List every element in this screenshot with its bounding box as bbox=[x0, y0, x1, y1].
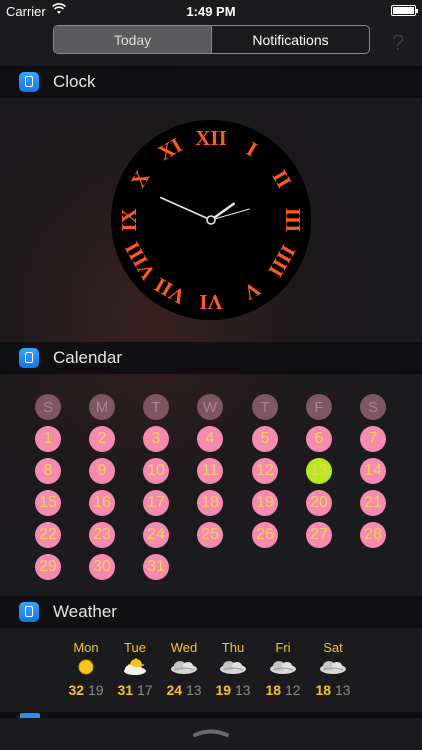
clock-numeral: XII bbox=[195, 126, 227, 150]
widget-app-icon bbox=[19, 602, 39, 622]
forecast-temperatures: 18 13 bbox=[303, 682, 363, 698]
widget-app-icon bbox=[20, 713, 40, 718]
calendar-section-header[interactable]: Calendar bbox=[0, 342, 422, 374]
temp-high: 18 bbox=[315, 682, 332, 698]
cloud-icon bbox=[318, 658, 348, 676]
status-time: 1:49 PM bbox=[186, 4, 236, 19]
calendar-day[interactable]: 22 bbox=[35, 522, 61, 548]
calendar-day[interactable]: 11 bbox=[197, 458, 223, 484]
clock-numeral: VI bbox=[199, 290, 222, 314]
analog-clock: XII IIIIIIIIIIVVIVIIVIIIIXXXI bbox=[111, 120, 311, 320]
temp-high: 18 bbox=[265, 682, 282, 698]
temp-high: 19 bbox=[215, 682, 232, 698]
calendar-day[interactable]: 9 bbox=[89, 458, 115, 484]
weekday-label: W bbox=[197, 394, 223, 420]
temp-low: 17 bbox=[136, 682, 153, 698]
calendar-day[interactable]: 25 bbox=[197, 522, 223, 548]
weekday-label: S bbox=[360, 394, 386, 420]
section-title: Clock bbox=[53, 72, 96, 91]
status-bar: Carrier 1:49 PM bbox=[0, 0, 422, 22]
calendar-day[interactable]: 7 bbox=[360, 426, 386, 452]
tab-notifications[interactable]: Notifications bbox=[212, 26, 369, 53]
help-icon[interactable]: ? bbox=[392, 30, 404, 56]
calendar-day[interactable]: 19 bbox=[252, 490, 278, 516]
calendar-day[interactable]: 27 bbox=[306, 522, 332, 548]
calendar-day[interactable]: 10 bbox=[143, 458, 169, 484]
calendar-day[interactable]: 8 bbox=[35, 458, 61, 484]
calendar-day[interactable]: 16 bbox=[89, 490, 115, 516]
clock-numeral: III bbox=[281, 208, 305, 233]
temp-low: 12 bbox=[284, 682, 301, 698]
calendar-day[interactable]: 15 bbox=[35, 490, 61, 516]
forecast-day-label: Sat bbox=[323, 640, 343, 655]
weekday-label: T bbox=[252, 394, 278, 420]
cloud-icon bbox=[268, 658, 298, 676]
next-section-header bbox=[0, 712, 422, 718]
partly-cloudy-icon bbox=[120, 657, 150, 676]
calendar-day[interactable]: 24 bbox=[143, 522, 169, 548]
battery-icon bbox=[391, 5, 418, 16]
calendar-day[interactable]: 26 bbox=[252, 522, 278, 548]
calendar-day[interactable]: 14 bbox=[360, 458, 386, 484]
calendar-day[interactable]: 6 bbox=[306, 426, 332, 452]
grabber-handle-icon[interactable] bbox=[193, 727, 229, 737]
sun-icon bbox=[71, 658, 101, 676]
weekday-label: M bbox=[89, 394, 115, 420]
view-segmented-control: Today Notifications bbox=[53, 25, 370, 54]
cloud-icon bbox=[218, 658, 248, 676]
temp-low: 13 bbox=[234, 682, 251, 698]
temp-high: 31 bbox=[117, 682, 134, 698]
section-title: Weather bbox=[53, 602, 117, 621]
temp-high: 32 bbox=[68, 682, 85, 698]
temp-low: 13 bbox=[185, 682, 202, 698]
calendar-day[interactable]: 17 bbox=[143, 490, 169, 516]
calendar-day[interactable]: 31 bbox=[143, 554, 169, 580]
calendar-day[interactable]: 4 bbox=[197, 426, 223, 452]
clock-numeral: IX bbox=[117, 208, 141, 231]
temp-high: 24 bbox=[166, 682, 183, 698]
temp-low: 19 bbox=[87, 682, 104, 698]
calendar-day[interactable]: 18 bbox=[197, 490, 223, 516]
calendar-day[interactable]: 20 bbox=[306, 490, 332, 516]
cloud-icon bbox=[169, 658, 199, 676]
calendar-day[interactable]: 23 bbox=[89, 522, 115, 548]
calendar-day[interactable]: 1 bbox=[35, 426, 61, 452]
clock-hub bbox=[206, 215, 216, 225]
widget-app-icon bbox=[19, 72, 39, 92]
calendar-day[interactable]: 5 bbox=[252, 426, 278, 452]
calendar-day[interactable]: 28 bbox=[360, 522, 386, 548]
widget-app-icon bbox=[19, 348, 39, 368]
clock-section-header[interactable]: Clock bbox=[0, 66, 422, 98]
calendar-day[interactable]: 29 bbox=[35, 554, 61, 580]
calendar-day-today[interactable]: 13 bbox=[306, 458, 332, 484]
calendar-day[interactable]: 2 bbox=[89, 426, 115, 452]
section-title: Calendar bbox=[53, 348, 122, 367]
weather-section-header[interactable]: Weather bbox=[0, 596, 422, 628]
calendar-day[interactable]: 3 bbox=[143, 426, 169, 452]
calendar-day[interactable]: 30 bbox=[89, 554, 115, 580]
calendar-day[interactable]: 12 bbox=[252, 458, 278, 484]
weekday-label: F bbox=[306, 394, 332, 420]
calendar-day[interactable]: 21 bbox=[360, 490, 386, 516]
weekday-label: T bbox=[143, 394, 169, 420]
tab-today[interactable]: Today bbox=[54, 26, 212, 53]
temp-low: 13 bbox=[334, 682, 351, 698]
weekday-label: S bbox=[35, 394, 61, 420]
